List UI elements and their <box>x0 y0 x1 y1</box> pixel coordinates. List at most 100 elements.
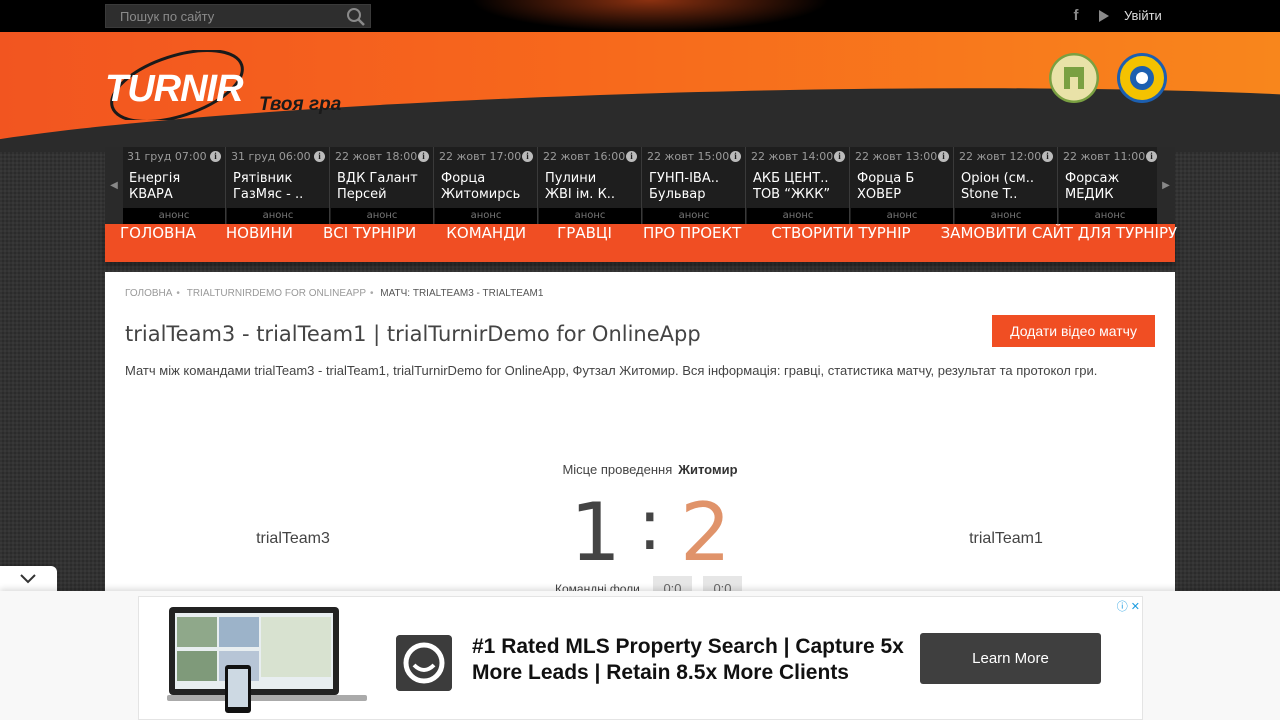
ticker-team-home: АКБ ЦЕНТ.. <box>753 171 829 186</box>
info-icon[interactable]: i <box>938 151 949 162</box>
ad-logo-icon <box>396 635 452 691</box>
nav-item-home[interactable]: ГОЛОВНА <box>105 224 211 262</box>
youtube-icon[interactable] <box>1098 9 1110 23</box>
ticker-team-away: Stone T.. <box>961 187 1018 202</box>
ticker-match-status: анонс <box>227 208 329 224</box>
ticker-team-away: Житомирсь <box>441 187 521 202</box>
football-association-emblem-icon[interactable] <box>1117 53 1167 103</box>
ticker-match-status: анонс <box>435 208 537 224</box>
login-link[interactable]: Увійти <box>1124 8 1162 23</box>
match-score: 1 : 2 <box>550 484 750 579</box>
ticker-team-away: Бульвар <box>649 187 706 202</box>
ticker-match[interactable]: 31 груд 06:00 i Рятівник ГазМяс - .. анонс <box>227 147 330 224</box>
ticker-match[interactable]: 22 жовт 15:00 i ГУНП-ІВА.. Бульвар анонс <box>643 147 746 224</box>
match-content: ГОЛОВНА • TRIALTURNIRDEMO FOR ONLINEAPP • … <box>105 272 1175 602</box>
ticker-team-away: Персей <box>337 187 387 202</box>
ticker-match[interactable]: 22 жовт 13:00 i Форца Б ХОВЕР анонс <box>851 147 954 224</box>
ad-learn-more-button[interactable]: Learn More <box>920 633 1101 684</box>
ticker-team-away: ХОВЕР <box>857 187 902 202</box>
chevron-down-icon <box>20 574 36 584</box>
ticker-team-away: ГазМяс - .. <box>233 187 304 202</box>
ticker-match[interactable]: 31 груд 07:00 i Енергія КВАРА анонс <box>123 147 226 224</box>
ad-devices-image <box>167 607 367 713</box>
info-icon[interactable]: i <box>314 151 325 162</box>
add-video-button[interactable]: Додати відео матчу <box>992 315 1155 347</box>
match-description: Матч між командами trialTeam3 - trialTea… <box>125 363 1098 378</box>
ticker-match-status: анонс <box>1059 208 1161 224</box>
venue-value: Житомир <box>678 462 738 477</box>
page-title: trialTeam3 - trialTeam1 | trialTurnirDem… <box>125 322 701 346</box>
ticker-prev-icon[interactable]: ◀ <box>105 147 123 224</box>
info-icon[interactable]: i <box>834 151 845 162</box>
info-icon[interactable]: i <box>626 151 637 162</box>
nav-item-tournaments[interactable]: ВСІ ТУРНІРИ <box>308 224 431 262</box>
ticker-match[interactable]: 22 жовт 17:00 i Форца Житомирсь анонс <box>435 147 538 224</box>
ticker-team-home: Форца Б <box>857 171 915 186</box>
ticker-team-home: Оріон (см.. <box>961 171 1034 186</box>
venue-label: Місце проведення <box>562 462 673 477</box>
ad-bar: #1 Rated MLS Property Search | Capture 5… <box>0 591 1280 720</box>
home-score: 1 <box>570 486 621 579</box>
ticker-match-status: анонс <box>643 208 745 224</box>
info-icon[interactable]: i <box>1042 151 1053 162</box>
ticker-match-status: анонс <box>747 208 849 224</box>
away-score: 2 <box>680 486 731 579</box>
breadcrumb-home[interactable]: ГОЛОВНА <box>125 288 172 299</box>
nav-item-teams[interactable]: КОМАНДИ <box>431 224 541 262</box>
nav-item-order-site[interactable]: ЗАМОВИТИ САЙТ ДЛЯ ТУРНІРУ <box>926 224 1193 262</box>
away-team-name[interactable]: trialTeam1 <box>906 530 1106 548</box>
breadcrumb-current: МАТЧ: TRIALTEAM3 - TRIALTEAM1 <box>380 288 544 299</box>
search-input[interactable] <box>106 5 342 27</box>
ad-headline[interactable]: #1 Rated MLS Property Search | Capture 5… <box>472 634 912 686</box>
ticker-team-away: ТОВ “ЖКК” <box>753 187 831 202</box>
ticker-match-status: анонс <box>851 208 953 224</box>
site-logo[interactable]: TURNIR <box>105 68 244 111</box>
nav-item-players[interactable]: ГРАВЦІ <box>541 224 628 262</box>
ticker-team-home: ГУНП-ІВА.. <box>649 171 720 186</box>
home-team-name[interactable]: trialTeam3 <box>193 530 393 548</box>
ticker-match-status: анонс <box>123 208 225 224</box>
ticker-team-home: Рятівник <box>233 171 293 186</box>
top-bar-glow <box>470 0 830 32</box>
ticker-match[interactable]: 22 жовт 12:00 i Оріон (см.. Stone T.. анонс <box>955 147 1058 224</box>
match-ticker: ◀ 31 груд 07:00 i Енергія КВАРА анонс 31 груд… <box>105 147 1175 224</box>
ticker-team-away: ЖВІ ім. К.. <box>545 187 616 202</box>
site-slogan: Твоя гра <box>259 94 342 115</box>
nav-item-create-tournament[interactable]: СТВОРИТИ ТУРНІР <box>756 224 925 262</box>
venue-row: Місце проведення Житомир <box>105 462 1195 477</box>
info-icon[interactable]: i <box>522 151 533 162</box>
main-nav: ГОЛОВНА НОВИНИ ВСІ ТУРНІРИ КОМАНДИ ГРАВЦ… <box>105 224 1177 262</box>
ad-choices-icon[interactable]: ⓘ ✕ <box>1117 598 1140 614</box>
ad-banner[interactable]: #1 Rated MLS Property Search | Capture 5… <box>138 596 1143 720</box>
search-box <box>105 4 371 28</box>
ticker-team-home: Форца <box>441 171 486 186</box>
search-icon[interactable] <box>346 7 366 27</box>
ticker-match[interactable]: 22 жовт 14:00 i АКБ ЦЕНТ.. ТОВ “ЖКК” анонс <box>747 147 850 224</box>
facebook-icon[interactable]: f <box>1070 8 1082 24</box>
breadcrumb-tournament[interactable]: TRIALTURNIRDEMO FOR ONLINEAPP <box>187 288 366 299</box>
ticker-next-icon[interactable]: ▶ <box>1157 147 1175 224</box>
info-icon[interactable]: i <box>730 151 741 162</box>
ticker-match[interactable]: 22 жовт 11:00 i Форсаж МЕДИК анонс <box>1059 147 1162 224</box>
ticker-match[interactable]: 22 жовт 16:00 i Пулини ЖВІ ім. К.. анонс <box>539 147 642 224</box>
breadcrumb: ГОЛОВНА • TRIALTURNIRDEMO FOR ONLINEAPP • … <box>125 288 544 299</box>
info-icon[interactable]: i <box>418 151 429 162</box>
ticker-match-status: анонс <box>539 208 641 224</box>
city-emblem-icon[interactable] <box>1049 53 1099 103</box>
ticker-match-status: анонс <box>955 208 1057 224</box>
nav-item-news[interactable]: НОВИНИ <box>211 224 308 262</box>
ad-collapse-button[interactable] <box>0 566 57 594</box>
ticker-match-status: анонс <box>331 208 433 224</box>
ticker-team-away: МЕДИК <box>1065 187 1114 202</box>
ticker-team-home: ВДК Галант <box>337 171 418 186</box>
ticker-team-home: Енергія <box>129 171 181 186</box>
ticker-team-home: Форсаж <box>1065 171 1120 186</box>
info-icon[interactable]: i <box>210 151 221 162</box>
ticker-team-away: КВАРА <box>129 187 173 202</box>
nav-item-about[interactable]: ПРО ПРОЕКТ <box>628 224 756 262</box>
score-separator: : <box>638 484 662 566</box>
ticker-team-home: Пулини <box>545 171 597 186</box>
top-bar: f Увійти <box>0 0 1280 32</box>
info-icon[interactable]: i <box>1146 151 1157 162</box>
ticker-match[interactable]: 22 жовт 18:00 i ВДК Галант Персей анонс <box>331 147 434 224</box>
